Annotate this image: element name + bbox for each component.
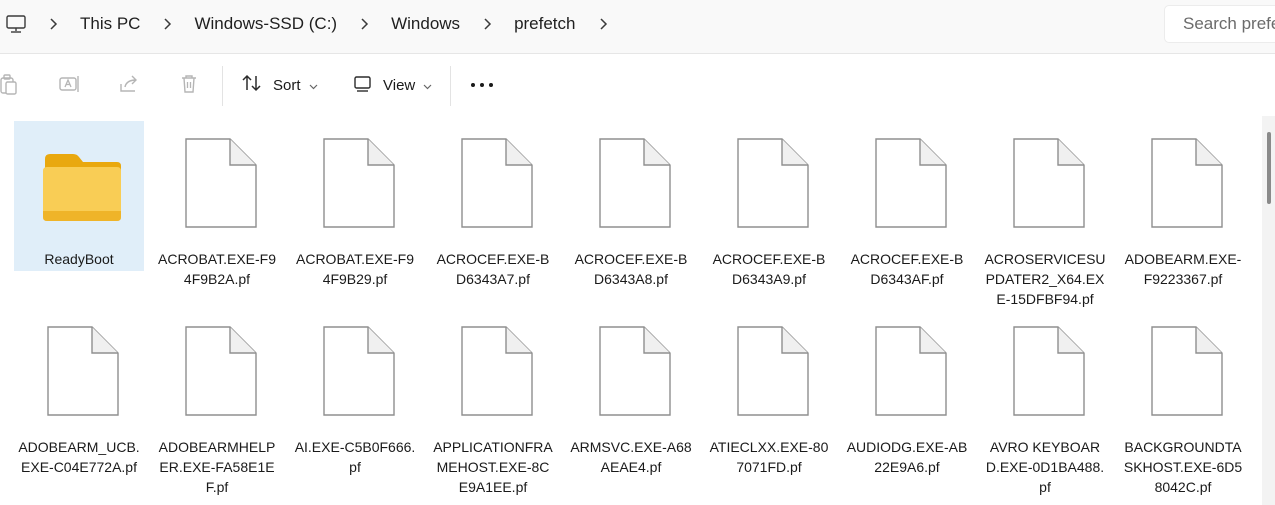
file-icon	[1139, 137, 1227, 229]
file-name: AI.EXE-C5B0F666.pf	[294, 439, 416, 475]
file-name: ACROCEF.EXE-BD6343A7.pf	[436, 251, 550, 287]
file-name: ARMSVC.EXE-A68AEAE4.pf	[570, 439, 692, 475]
file-item[interactable]: AVRO KEYBOARD.EXE-0D1BA488.pf	[980, 309, 1110, 495]
paste-icon[interactable]	[0, 72, 20, 96]
sort-label: Sort	[273, 76, 301, 94]
file-icon	[311, 325, 399, 417]
chevron-right-icon[interactable]	[150, 0, 184, 48]
rename-icon[interactable]	[57, 72, 81, 96]
file-name: AVRO KEYBOARD.EXE-0D1BA488.pf	[985, 439, 1105, 495]
file-name: ACROBAT.EXE-F94F9B2A.pf	[158, 251, 276, 287]
file-item[interactable]: ACROCEF.EXE-BD6343A8.pf	[566, 121, 696, 287]
file-name: AUDIODG.EXE-AB22E9A6.pf	[846, 439, 968, 475]
toolbar-separator	[222, 66, 223, 106]
file-item[interactable]: ACROCEF.EXE-BD6343A7.pf	[428, 121, 558, 287]
folder-icon	[35, 135, 123, 227]
file-icon	[449, 325, 537, 417]
file-icon	[587, 137, 675, 229]
sort-button[interactable]: Sort	[241, 68, 318, 102]
command-bar: Sort View	[0, 54, 1275, 116]
toolbar-separator	[450, 66, 451, 106]
file-item[interactable]: ATIECLXX.EXE-807071FD.pf	[704, 309, 834, 475]
chevron-right-icon[interactable]	[347, 0, 381, 48]
file-item[interactable]: ARMSVC.EXE-A68AEAE4.pf	[566, 309, 696, 475]
file-name: ACROBAT.EXE-F94F9B29.pf	[296, 251, 414, 287]
chevron-right-icon[interactable]	[470, 0, 504, 48]
file-item[interactable]: ACROBAT.EXE-F94F9B29.pf	[290, 121, 420, 287]
file-icon	[725, 325, 813, 417]
file-icon	[173, 325, 261, 417]
file-item[interactable]: BACKGROUNDTASKHOST.EXE-6D58042C.pf	[1118, 309, 1248, 495]
file-item[interactable]: ACROSERVICESUPDATER2_X64.EXE-15DFBF94.pf	[980, 121, 1110, 307]
breadcrumb-windows-ssd[interactable]: Windows-SSD (C:)	[184, 0, 347, 48]
file-icon	[35, 325, 123, 417]
file-icon	[173, 137, 261, 229]
more-options-button[interactable]	[466, 72, 498, 98]
chevron-down-icon	[423, 77, 432, 94]
file-name: ACROSERVICESUPDATER2_X64.EXE-15DFBF94.pf	[984, 251, 1106, 307]
file-name: BACKGROUNDTASKHOST.EXE-6D58042C.pf	[1123, 439, 1243, 495]
file-name: ACROCEF.EXE-BD6343AF.pf	[850, 251, 964, 287]
file-icon	[311, 137, 399, 229]
view-icon	[353, 73, 373, 97]
file-icon	[587, 325, 675, 417]
file-item[interactable]: ACROCEF.EXE-BD6343A9.pf	[704, 121, 834, 287]
file-name: ACROCEF.EXE-BD6343A9.pf	[712, 251, 826, 287]
this-pc-icon[interactable]	[5, 13, 27, 35]
chevron-right-icon[interactable]	[36, 0, 70, 48]
chevron-down-icon	[309, 77, 318, 94]
more-icon	[471, 83, 493, 87]
chevron-right-icon[interactable]	[586, 0, 620, 48]
file-item[interactable]: APPLICATIONFRAMEHOST.EXE-8CE9A1EE.pf	[428, 309, 558, 495]
file-icon	[863, 137, 951, 229]
file-icon	[1139, 325, 1227, 417]
file-item[interactable]: ADOBEARM_UCB.EXE-C04E772A.pf	[14, 309, 144, 475]
file-item[interactable]: AUDIODG.EXE-AB22E9A6.pf	[842, 309, 972, 475]
search-input[interactable]: Search prefetch	[1164, 5, 1275, 43]
file-item[interactable]: ADOBEARM.EXE-F9223367.pf	[1118, 121, 1248, 287]
file-item[interactable]: ACROCEF.EXE-BD6343AF.pf	[842, 121, 972, 287]
file-name: APPLICATIONFRAMEHOST.EXE-8CE9A1EE.pf	[433, 439, 553, 495]
delete-icon[interactable]	[177, 72, 201, 96]
file-grid: ReadyBoot ACROBAT.EXE-F94F9B2A.pf ACROBAT.…	[0, 116, 1275, 505]
file-item[interactable]: ACROBAT.EXE-F94F9B2A.pf	[152, 121, 282, 287]
file-name: ACROCEF.EXE-BD6343A8.pf	[574, 251, 688, 287]
file-icon	[1001, 325, 1089, 417]
breadcrumb-prefetch[interactable]: prefetch	[504, 0, 585, 48]
file-name: ADOBEARM_UCB.EXE-C04E772A.pf	[18, 439, 140, 475]
file-name: ADOBEARM.EXE-F9223367.pf	[1124, 251, 1242, 287]
view-label: View	[383, 76, 416, 94]
share-icon[interactable]	[117, 72, 141, 96]
file-name: ReadyBoot	[44, 251, 114, 267]
file-icon	[1001, 137, 1089, 229]
file-item[interactable]: ADOBEARMHELPER.EXE-FA58E1EF.pf	[152, 309, 282, 495]
file-name: ADOBEARMHELPER.EXE-FA58E1EF.pf	[158, 439, 276, 495]
address-bar: This PC Windows-SSD (C:) Windows prefetc…	[0, 0, 1275, 54]
file-icon	[725, 137, 813, 229]
breadcrumb-windows[interactable]: Windows	[381, 0, 470, 48]
file-name: ATIECLXX.EXE-807071FD.pf	[709, 439, 829, 475]
file-item[interactable]: AI.EXE-C5B0F666.pf	[290, 309, 420, 475]
breadcrumb: This PC Windows-SSD (C:) Windows prefetc…	[36, 0, 620, 48]
view-button[interactable]: View	[353, 68, 432, 102]
file-icon	[449, 137, 537, 229]
scrollbar-thumb[interactable]	[1267, 132, 1271, 204]
sort-icon	[241, 72, 263, 98]
breadcrumb-this-pc[interactable]: This PC	[70, 0, 150, 48]
folder-item[interactable]: ReadyBoot	[14, 121, 144, 271]
file-icon	[863, 325, 951, 417]
